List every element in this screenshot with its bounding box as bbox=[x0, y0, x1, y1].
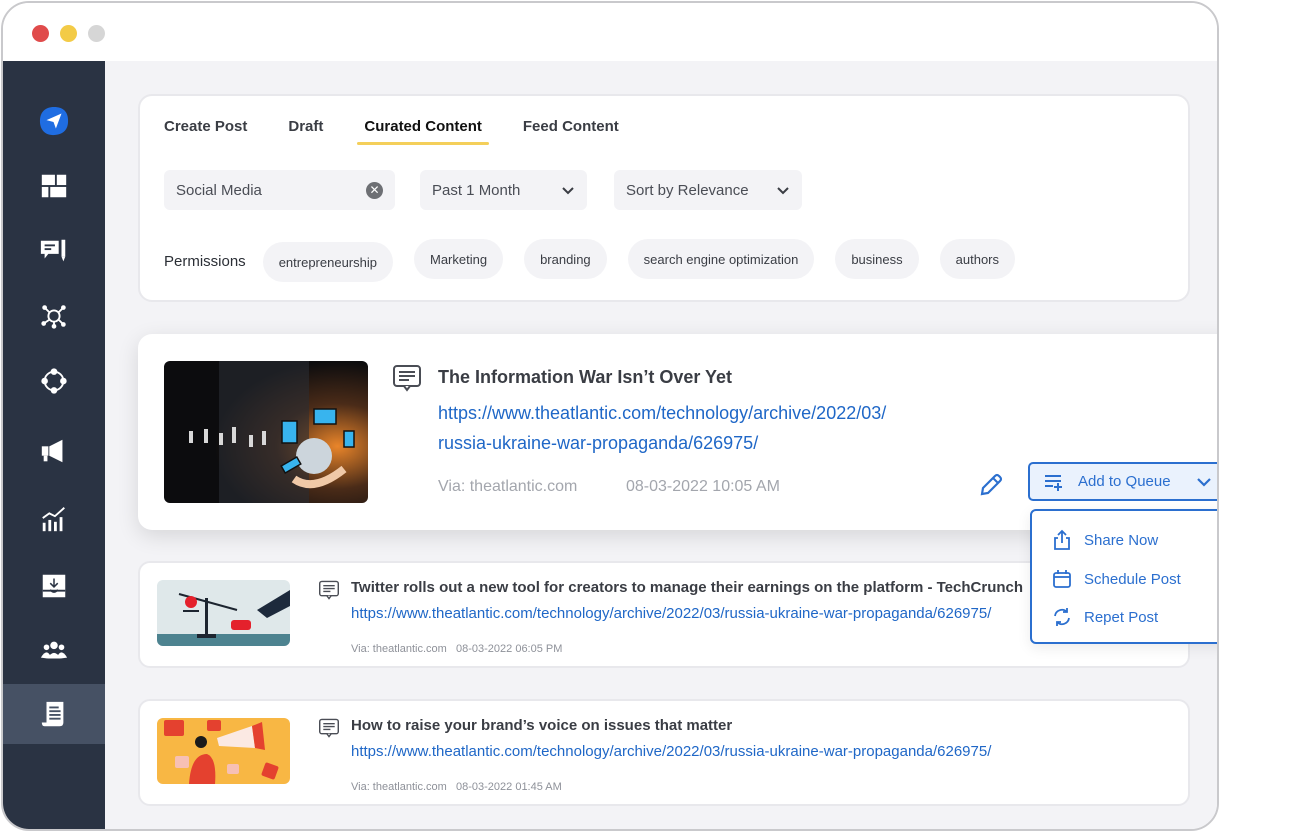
add-to-queue-button[interactable]: Add to Queue bbox=[1028, 462, 1217, 501]
close-window-button[interactable] bbox=[32, 25, 49, 42]
edit-icon[interactable] bbox=[978, 472, 1004, 498]
sidebar-item-send[interactable] bbox=[3, 91, 105, 151]
hub-icon bbox=[41, 368, 67, 394]
menu-item-repeat-post[interactable]: Repet Post bbox=[1052, 607, 1158, 627]
title-bar bbox=[3, 3, 1217, 61]
sort-value: Sort by Relevance bbox=[626, 181, 749, 199]
time-range-select[interactable]: Past 1 Month bbox=[420, 170, 587, 210]
post-card[interactable]: How to raise your brand’s voice on issue… bbox=[138, 699, 1190, 806]
post-thumbnail bbox=[157, 718, 290, 784]
add-to-queue-label: Add to Queue bbox=[1078, 473, 1171, 490]
post-date: 08-03-2022 01:45 AM bbox=[456, 781, 562, 793]
permission-chip[interactable]: branding bbox=[524, 239, 607, 279]
compose-icon bbox=[40, 239, 66, 262]
permissions-label: Permissions bbox=[164, 253, 246, 270]
post-link-line2[interactable]: russia-ukraine-war-propaganda/626975/ bbox=[438, 428, 998, 458]
tab-bar: Create Post Draft Curated Content Feed C… bbox=[164, 118, 660, 145]
post-date: 08-03-2022 10:05 AM bbox=[626, 478, 780, 495]
permissions-row: Permissions entrepreneurship Marketing b… bbox=[164, 236, 1036, 282]
tab-feed-content[interactable]: Feed Content bbox=[523, 118, 619, 143]
post-source: Via: theatlantic.com bbox=[438, 478, 578, 495]
calendar-icon bbox=[1053, 570, 1071, 588]
permission-chip[interactable]: search engine optimization bbox=[627, 239, 815, 279]
sidebar bbox=[3, 61, 105, 829]
queue-dropdown-menu: Share Now Schedule Post Repet Post bbox=[1030, 509, 1217, 644]
article-icon bbox=[393, 365, 421, 392]
post-title: The Information War Isn’t Over Yet bbox=[438, 367, 733, 387]
sidebar-item-hub[interactable] bbox=[3, 351, 105, 411]
sort-select[interactable]: Sort by Relevance bbox=[614, 170, 802, 210]
team-icon bbox=[40, 641, 68, 659]
filter-panel: Create Post Draft Curated Content Feed C… bbox=[138, 94, 1190, 302]
search-value: Social Media bbox=[176, 181, 262, 199]
schedule-post-label: Schedule Post bbox=[1084, 570, 1181, 588]
clear-icon[interactable]: ✕ bbox=[366, 181, 383, 199]
content-icon bbox=[41, 701, 64, 727]
post-thumbnail bbox=[157, 580, 290, 646]
time-range-value: Past 1 Month bbox=[432, 181, 521, 199]
post-title: How to raise your brand’s voice on issue… bbox=[351, 717, 733, 734]
maximize-window-button[interactable] bbox=[88, 25, 105, 42]
post-link[interactable]: https://www.theatlantic.com/technology/a… bbox=[438, 398, 998, 458]
permission-chip[interactable]: entrepreneurship bbox=[262, 242, 393, 282]
post-link-line1[interactable]: https://www.theatlantic.com/technology/a… bbox=[438, 398, 998, 428]
post-title: Twitter rolls out a new tool for creator… bbox=[351, 579, 1024, 596]
article-icon bbox=[319, 718, 339, 738]
post-card-featured[interactable]: The Information War Isn’t Over Yet https… bbox=[138, 334, 1217, 530]
search-input[interactable]: Social Media ✕ bbox=[164, 170, 395, 210]
sidebar-item-compose[interactable] bbox=[3, 221, 105, 281]
tab-draft[interactable]: Draft bbox=[288, 118, 323, 143]
dashboard-icon bbox=[41, 174, 67, 198]
menu-item-schedule-post[interactable]: Schedule Post bbox=[1052, 569, 1181, 589]
chevron-down-icon bbox=[1197, 477, 1211, 487]
sidebar-item-campaigns[interactable] bbox=[3, 421, 105, 481]
main-content: Create Post Draft Curated Content Feed C… bbox=[105, 61, 1217, 829]
repeat-icon bbox=[1054, 608, 1070, 626]
megaphone-icon bbox=[41, 439, 63, 463]
sidebar-item-network[interactable] bbox=[3, 286, 105, 346]
post-link[interactable]: https://www.theatlantic.com/technology/a… bbox=[351, 605, 991, 622]
share-icon bbox=[1054, 529, 1070, 550]
permission-chip[interactable]: authors bbox=[939, 239, 1016, 279]
permission-chip[interactable]: business bbox=[835, 239, 919, 279]
tab-create-post[interactable]: Create Post bbox=[164, 118, 247, 143]
tab-curated-content[interactable]: Curated Content bbox=[357, 118, 489, 145]
post-source: Via: theatlantic.com bbox=[351, 643, 447, 655]
share-now-label: Share Now bbox=[1084, 531, 1159, 549]
send-icon bbox=[39, 106, 69, 136]
chevron-down-icon bbox=[777, 187, 789, 195]
post-source: Via: theatlantic.com bbox=[351, 781, 447, 793]
sidebar-item-analytics[interactable] bbox=[3, 489, 105, 549]
menu-item-share-now[interactable]: Share Now bbox=[1052, 529, 1158, 551]
chevron-down-icon bbox=[562, 187, 574, 195]
sidebar-item-content[interactable] bbox=[3, 684, 105, 744]
permission-chip[interactable]: Marketing bbox=[413, 239, 504, 279]
queue-add-icon bbox=[1045, 474, 1062, 491]
sidebar-item-inbox[interactable] bbox=[3, 556, 105, 616]
inbox-icon bbox=[42, 574, 66, 598]
post-link[interactable]: https://www.theatlantic.com/technology/a… bbox=[351, 743, 991, 760]
post-thumbnail bbox=[164, 361, 368, 503]
minimize-window-button[interactable] bbox=[60, 25, 77, 42]
post-date: 08-03-2022 06:05 PM bbox=[456, 643, 563, 655]
repeat-post-label: Repet Post bbox=[1084, 608, 1159, 626]
app-window: Create Post Draft Curated Content Feed C… bbox=[1, 1, 1219, 831]
article-icon bbox=[319, 580, 339, 600]
analytics-icon bbox=[42, 507, 65, 532]
sidebar-item-dashboard[interactable] bbox=[3, 156, 105, 216]
sidebar-item-team[interactable] bbox=[3, 621, 105, 681]
network-icon bbox=[41, 305, 66, 329]
